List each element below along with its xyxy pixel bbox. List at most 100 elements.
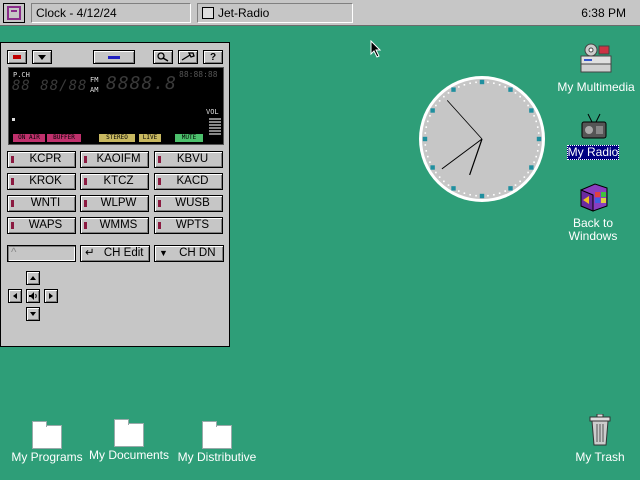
- trash-icon: [588, 413, 612, 449]
- arrow-right-icon: [49, 293, 53, 299]
- help-icon: ?: [209, 51, 217, 63]
- station-preset[interactable]: WNTI: [7, 195, 76, 212]
- power-icon: [13, 55, 21, 59]
- ch-edit-button[interactable]: ↵ CH Edit: [80, 245, 150, 262]
- desktop-icon-label: My Programs: [11, 450, 83, 464]
- task-label-jet-radio: Jet-Radio: [218, 6, 270, 20]
- hour-tick: [430, 165, 435, 170]
- minute-tick: [487, 81, 489, 84]
- minute-tick: [475, 81, 477, 84]
- station-preset[interactable]: KTCZ: [80, 173, 149, 190]
- indicator-buffer: BUFFER: [47, 134, 81, 142]
- hour-tick: [529, 165, 534, 170]
- station-preset[interactable]: WMMS: [80, 217, 149, 234]
- minute-tick: [426, 155, 429, 158]
- station-preset[interactable]: KACD: [154, 173, 223, 190]
- station-preset[interactable]: KROK: [7, 173, 76, 190]
- preset-led: [158, 178, 161, 185]
- minimize-button[interactable]: [93, 50, 135, 64]
- volume-label: VOL: [206, 108, 219, 116]
- minute-tick: [425, 150, 428, 152]
- desktop-icon-label: My Trash: [575, 450, 625, 464]
- radio-icon: [578, 112, 608, 143]
- minute-tick: [493, 193, 495, 196]
- minute-tick: [493, 82, 495, 85]
- wrench-icon: [181, 52, 195, 61]
- frequency-readout: 8888.8: [106, 73, 178, 94]
- station-preset[interactable]: WPTS: [154, 217, 223, 234]
- desktop-icon-label: My Documents: [88, 448, 170, 462]
- volume-meter[interactable]: [209, 118, 221, 142]
- minute-tick: [435, 104, 437, 107]
- station-preset[interactable]: WAPS: [7, 217, 76, 234]
- channel-input[interactable]: ^: [7, 245, 76, 262]
- tools-button[interactable]: [178, 50, 198, 64]
- search-button[interactable]: [153, 50, 173, 64]
- arrow-down-button[interactable]: [26, 307, 40, 321]
- desktop-icon-my-documents[interactable]: My Documents: [88, 419, 170, 462]
- station-label: KROK: [29, 175, 62, 187]
- taskbar: Clock - 4/12/24 Jet-Radio 6:38 PM: [0, 0, 640, 26]
- hour-tick: [508, 87, 513, 92]
- folder-icon: [202, 421, 232, 449]
- station-label: WAPS: [28, 219, 63, 231]
- signal-dot: [12, 118, 15, 121]
- minute-tick: [463, 83, 466, 86]
- desktop-icon-back-to-windows[interactable]: Back to Windows: [565, 180, 621, 243]
- arrow-up-button[interactable]: [26, 271, 40, 285]
- minute-tick: [426, 120, 429, 123]
- desktop-icon-my-radio[interactable]: My Radio: [565, 112, 621, 160]
- station-label: WNTI: [30, 197, 61, 209]
- preset-led: [84, 156, 87, 163]
- desktop-icon-label: My Distributive: [177, 450, 257, 464]
- channel-readout: 88 88/88: [12, 78, 88, 94]
- help-button[interactable]: ?: [203, 50, 223, 64]
- desktop-icon-my-programs[interactable]: My Programs: [11, 421, 83, 464]
- radio-icon: [202, 7, 214, 19]
- minute-tick: [469, 193, 471, 196]
- arrow-down-icon: [30, 312, 36, 316]
- minute-tick: [425, 126, 428, 128]
- minute-tick: [536, 126, 539, 128]
- minute-tick: [523, 176, 526, 178]
- channel-input-glyph: ^: [11, 247, 17, 259]
- desktop-icon-label: Back to Windows: [568, 217, 618, 243]
- desktop-icon-my-multimedia[interactable]: My Multimedia: [557, 42, 635, 94]
- station-preset[interactable]: KCPR: [7, 151, 76, 168]
- speaker-icon: [29, 292, 37, 300]
- preset-led: [84, 222, 87, 229]
- minute-tick: [447, 92, 450, 94]
- ch-dn-label: CH DN: [179, 247, 216, 259]
- ch-dn-button[interactable]: ▼ CH DN: [154, 245, 224, 262]
- indicator-live: LIVE: [139, 134, 161, 142]
- station-label: WUSB: [175, 197, 210, 209]
- preset-led: [158, 156, 161, 163]
- minute-tick: [533, 161, 535, 163]
- app-menu-button[interactable]: [3, 3, 25, 23]
- task-button-jet-radio[interactable]: Jet-Radio: [197, 3, 353, 23]
- hour-tick: [451, 87, 456, 92]
- arrow-left-button[interactable]: [8, 289, 22, 303]
- minute-tick: [514, 184, 517, 186]
- minute-tick: [536, 150, 539, 152]
- power-button[interactable]: [7, 50, 27, 64]
- station-preset[interactable]: KAOIFM: [80, 151, 149, 168]
- station-preset[interactable]: WUSB: [154, 195, 223, 212]
- indicator-mute: MUTE: [175, 134, 203, 142]
- speaker-button[interactable]: [26, 289, 40, 303]
- menu-dropdown-button[interactable]: [32, 50, 52, 64]
- arrow-right-button[interactable]: [44, 289, 58, 303]
- minute-tick: [424, 144, 427, 146]
- preset-led: [158, 200, 161, 207]
- station-preset[interactable]: WLPW: [80, 195, 149, 212]
- minute-tick: [458, 86, 460, 88]
- preset-led: [11, 200, 14, 207]
- minute-tick: [504, 86, 506, 88]
- station-label: KAOIFM: [96, 153, 141, 165]
- desktop-icon-my-trash[interactable]: My Trash: [572, 413, 628, 464]
- task-button-clock[interactable]: Clock - 4/12/24: [31, 3, 191, 23]
- desktop-icon-my-distributive[interactable]: My Distributive: [177, 421, 257, 464]
- preset-led: [84, 178, 87, 185]
- arrow-up-icon: [30, 276, 36, 280]
- station-preset[interactable]: KBVU: [154, 151, 223, 168]
